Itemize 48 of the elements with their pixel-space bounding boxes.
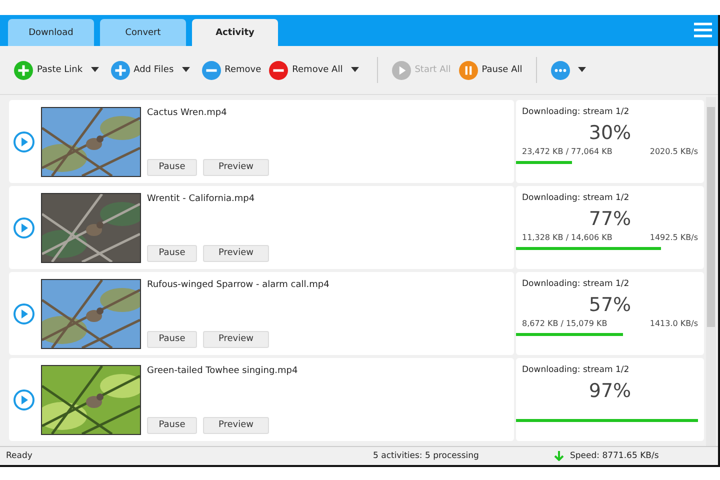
- download-status: Downloading: stream 1/2: [522, 107, 630, 117]
- tab[interactable]: Download: [8, 19, 94, 46]
- progress-percent: 97%: [588, 380, 632, 402]
- progress-percent: 77%: [588, 208, 632, 230]
- preview-button[interactable]: Preview: [203, 330, 269, 348]
- speed-text: 1492.5 KB/s: [650, 233, 698, 244]
- preview-button[interactable]: Preview: [203, 244, 269, 262]
- toolbar-button[interactable]: Paste Link: [12, 60, 85, 80]
- toolbar-button[interactable]: Remove: [200, 60, 264, 80]
- pause-button[interactable]: Pause: [147, 416, 197, 434]
- file-name: Cactus Wren.mp4: [147, 108, 228, 118]
- size-text: 8,672 KB / 15,079 KB: [522, 319, 608, 330]
- pause-button[interactable]: Pause: [147, 158, 197, 176]
- pause-button[interactable]: Pause: [147, 330, 197, 348]
- play-icon[interactable]: [13, 216, 35, 238]
- speed-total: Speed: 8771.65 KB/s: [569, 451, 660, 461]
- pause-button[interactable]: Pause: [147, 244, 197, 262]
- download-status: Downloading: stream 1/2: [522, 365, 630, 375]
- speed-text: 2020.5 KB/s: [650, 147, 698, 158]
- status-text: Ready: [5, 451, 34, 461]
- toolbar-button[interactable]: Pause All: [456, 60, 524, 80]
- progress-percent: 57%: [588, 294, 632, 316]
- caret-icon[interactable]: [182, 67, 190, 73]
- caret-icon[interactable]: [578, 67, 586, 73]
- tab[interactable]: Activity: [192, 19, 278, 46]
- menu-icon[interactable]: [694, 22, 712, 38]
- download-status: Downloading: stream 1/2: [522, 193, 630, 203]
- tab[interactable]: Convert: [100, 19, 186, 46]
- play-icon[interactable]: [13, 130, 35, 152]
- caret-icon[interactable]: [350, 67, 359, 73]
- file-name: Wrentit - California.mp4: [147, 194, 256, 204]
- scrollbar[interactable]: [706, 97, 716, 446]
- down-arrow-icon: [554, 451, 564, 461]
- file-name: Rufous-winged Sparrow - alarm call.mp4: [147, 280, 330, 290]
- play-icon[interactable]: [13, 302, 35, 324]
- preview-button[interactable]: Preview: [203, 416, 269, 434]
- caret-icon[interactable]: [90, 67, 99, 73]
- toolbar-button[interactable]: Remove All: [267, 60, 345, 80]
- file-name: Green-tailed Towhee singing.mp4: [147, 366, 298, 376]
- download-status: Downloading: stream 1/2: [522, 279, 630, 289]
- toolbar-button[interactable]: Add Files: [108, 60, 176, 80]
- activities-count: 5 activities: 5 processing: [372, 451, 480, 461]
- size-text: 23,472 KB / 77,064 KB: [522, 147, 612, 158]
- preview-button[interactable]: Preview: [203, 158, 269, 176]
- play-icon[interactable]: [13, 388, 35, 410]
- speed-text: 1413.0 KB/s: [650, 319, 698, 330]
- size-text: 11,328 KB / 14,606 KB: [522, 233, 612, 244]
- progress-percent: 30%: [588, 122, 632, 144]
